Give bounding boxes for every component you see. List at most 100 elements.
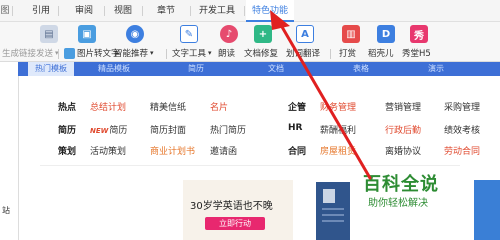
link-resume-2[interactable]: 简历封面 xyxy=(150,123,186,136)
link-enterprise-1[interactable]: 财务管理 xyxy=(320,100,356,113)
divider xyxy=(40,165,460,166)
menu-separator xyxy=(12,6,13,16)
print-button[interactable]: 打赏 xyxy=(339,46,356,60)
smart-recommend-label: 智能推荐 xyxy=(114,49,149,59)
category-resume-label: 简历 xyxy=(58,126,77,136)
category-enterprise-label: 企管 xyxy=(288,103,307,113)
menu-separator xyxy=(142,6,143,16)
link-hr-2[interactable]: 行政后勤 xyxy=(385,123,421,136)
tab-references[interactable]: 引用 xyxy=(26,0,56,22)
translate-icon: A xyxy=(296,25,314,43)
nav-item[interactable]: 精品模板 xyxy=(98,63,130,75)
text-tools-tool[interactable]: ✎ xyxy=(180,25,198,43)
img-to-text-tool[interactable]: ▣ xyxy=(78,25,96,43)
smart-recommend-tool[interactable]: ◉ xyxy=(126,25,144,43)
template-label: 稻壳儿 xyxy=(368,49,394,59)
read-aloud-label: 朗读 xyxy=(218,49,236,59)
link-contract-1[interactable]: 房屋租赁 xyxy=(320,144,356,157)
link-hot-1[interactable]: 总结计划 xyxy=(90,100,126,113)
page-edge xyxy=(18,76,19,240)
show-icon: 秀 xyxy=(410,25,428,43)
link-enterprise-3[interactable]: 采购管理 xyxy=(444,100,480,113)
link-resume-1[interactable]: NEW简历 xyxy=(90,123,127,136)
toolbar-separator xyxy=(58,49,59,59)
tab-partial[interactable]: 图 xyxy=(0,0,10,22)
promo-banner-title: 30岁学英语也不晚 xyxy=(190,201,273,212)
toolbar-separator xyxy=(330,49,331,59)
img-to-text-button[interactable]: 图片转文字 xyxy=(64,46,120,60)
translate-button[interactable]: 划词翻译 xyxy=(286,46,320,60)
template-icon: D xyxy=(377,25,395,43)
scan-tool[interactable]: ▤ xyxy=(40,25,58,43)
resume-line xyxy=(322,220,344,222)
ribbon-toolbar: ▤ ▣ ◉ ✎ ♪ + A ▥ D 秀 生成链接发送 ▾ 图片转文字 智能推荐 … xyxy=(0,22,500,62)
new-badge: NEW xyxy=(90,127,109,135)
link-hot-3[interactable]: 名片 xyxy=(210,100,228,113)
tab-developer[interactable]: 开发工具 xyxy=(192,0,242,22)
document-icon: ▤ xyxy=(40,25,58,43)
template-button[interactable]: 稻壳儿 xyxy=(368,46,394,60)
show-h5-button[interactable]: 秀堂H5 xyxy=(402,46,431,60)
show-h5-label: 秀堂H5 xyxy=(402,49,431,59)
menu-separator xyxy=(104,6,105,16)
translate-tool[interactable]: A xyxy=(296,25,314,43)
template-tool[interactable]: D xyxy=(377,25,395,43)
text-tools-button[interactable]: 文字工具 ▾ xyxy=(172,46,212,60)
avatar xyxy=(323,189,335,203)
link-contract-3[interactable]: 劳动合同 xyxy=(444,144,480,157)
link-hot-2[interactable]: 精美信纸 xyxy=(150,100,186,113)
doc-repair-label: 文档修复 xyxy=(244,49,279,59)
watermark-logo: 百科全说 xyxy=(363,174,439,195)
nav-item-first[interactable]: 热门模板 xyxy=(28,62,74,76)
nav-item[interactable]: 简历 xyxy=(188,63,204,75)
tab-view[interactable]: 视图 xyxy=(106,0,140,22)
read-aloud-button[interactable]: 朗读 xyxy=(218,46,235,60)
print-label: 打赏 xyxy=(339,49,357,59)
tab-chapter[interactable]: 章节 xyxy=(146,0,186,22)
image-icon: ▣ xyxy=(78,25,96,43)
menu-separator xyxy=(58,6,59,16)
link-hr-3[interactable]: 绩效考核 xyxy=(444,123,480,136)
category-plan-label: 策划 xyxy=(58,147,77,157)
link-plan-2[interactable]: 商业计划书 xyxy=(150,144,195,157)
menu-separator xyxy=(190,6,191,16)
link-enterprise-2[interactable]: 营销管理 xyxy=(385,100,421,113)
print-icon: ▥ xyxy=(342,25,360,43)
resume-line xyxy=(322,214,344,216)
left-edge-text: 站 xyxy=(2,206,10,215)
toolbar-separator xyxy=(166,49,167,59)
nav-item[interactable]: 文档 xyxy=(268,63,284,75)
category-hot-label: 热点 xyxy=(58,103,77,113)
menu-bar: 图 引用 审阅 视图 章节 开发工具 特色功能 xyxy=(0,0,500,22)
side-thumbnail[interactable] xyxy=(474,180,500,240)
text-tools-label: 文字工具 xyxy=(172,49,207,59)
tab-special-features[interactable]: 特色功能 xyxy=(246,0,294,22)
promo-action-button[interactable]: 立即行动 xyxy=(205,217,265,230)
smart-icon: ◉ xyxy=(126,25,144,43)
tab-review[interactable]: 审阅 xyxy=(64,0,104,22)
watermark-tagline: 助你轻松解决 xyxy=(368,198,428,209)
smart-recommend-button[interactable]: 智能推荐 ▾ xyxy=(114,46,154,60)
doc-repair-button[interactable]: 文档修复 xyxy=(244,46,278,60)
category-contract-label: 合同 xyxy=(288,147,307,157)
link-plan-3[interactable]: 邀请函 xyxy=(210,144,237,157)
read-aloud-tool[interactable]: ♪ xyxy=(220,25,238,43)
link-resume-3[interactable]: 热门简历 xyxy=(210,123,246,136)
plus-icon: + xyxy=(254,25,272,43)
nav-item[interactable]: 演示 xyxy=(428,63,444,75)
show-h5-tool[interactable]: 秀 xyxy=(410,25,428,43)
nav-item[interactable]: 表格 xyxy=(353,63,369,75)
print-tool[interactable]: ▥ xyxy=(342,25,360,43)
link-hr-1[interactable]: 薪酬福利 xyxy=(320,123,356,136)
resume-line xyxy=(322,208,344,210)
convert-scan-button[interactable]: 生成链接发送 ▾ xyxy=(2,46,59,60)
link-plan-1[interactable]: 活动策划 xyxy=(90,144,126,157)
image-icon xyxy=(64,47,75,59)
template-nav-bar: 热门模板 精品模板 简历 文档 表格 演示 xyxy=(18,62,500,76)
translate-label: 划词翻译 xyxy=(286,49,321,59)
doc-repair-tool[interactable]: + xyxy=(254,25,272,43)
category-hr-label: HR xyxy=(288,123,303,133)
menu-separator xyxy=(244,6,245,16)
link-contract-2[interactable]: 离婚协议 xyxy=(385,144,421,157)
chevron-down-icon: ▾ xyxy=(150,49,154,57)
